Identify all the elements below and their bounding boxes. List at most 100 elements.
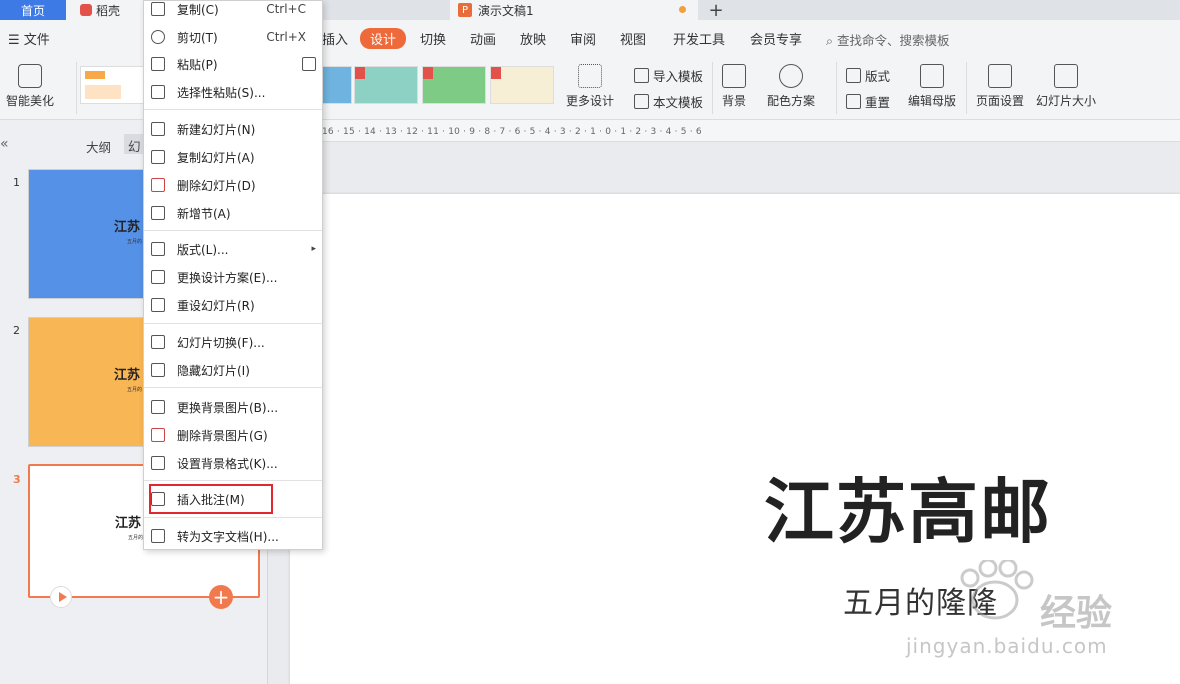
menu-item-new-slide[interactable]: 新建幻灯片(N) (144, 118, 322, 140)
menu-separator (144, 323, 322, 324)
play-slide-icon[interactable] (50, 586, 72, 608)
tab-slides[interactable]: 幻 (124, 134, 144, 154)
menu-view[interactable]: 视图 (620, 29, 646, 48)
menu-item-cut[interactable]: 剪切(T) Ctrl+X (144, 26, 322, 48)
page-setup-button[interactable]: 页面设置 (976, 56, 1024, 109)
text-template-button[interactable]: 本文模板 (634, 92, 703, 111)
menu-transition[interactable]: 切换 (420, 29, 446, 48)
background-icon (722, 64, 746, 88)
search-command[interactable]: ⌕ 查找命令、搜索模板 (826, 30, 950, 49)
presentation-logo-icon: P (458, 3, 472, 17)
import-template-button[interactable]: 导入模板 (634, 66, 703, 85)
menu-file-label: 文件 (23, 33, 50, 48)
slide-title[interactable]: 江苏高邮 (764, 456, 1052, 557)
layout-icon (846, 68, 861, 83)
smart-beautify-button[interactable]: 智能美化 (6, 56, 54, 109)
menu-item-paste-special[interactable]: 选择性粘贴(S)... (144, 81, 322, 103)
hide-slide-icon (151, 363, 165, 377)
menu-developer[interactable]: 开发工具 (673, 29, 725, 48)
menu-separator (144, 517, 322, 518)
menu-item-copy[interactable]: 复制(C) Ctrl+C (144, 0, 322, 20)
reset-button[interactable]: 重置 (846, 92, 890, 111)
slide-number: 3 (13, 473, 21, 486)
paste-special-icon (151, 85, 165, 99)
menu-member[interactable]: 会员专享 (750, 29, 802, 48)
template-thumb-2[interactable] (322, 66, 352, 104)
search-command-label: 查找命令、搜索模板 (836, 33, 950, 48)
menu-item-change-bg[interactable]: 更换背景图片(B)... (144, 396, 322, 418)
menu-item-bg-format[interactable]: 设置背景格式(K)... (144, 452, 322, 474)
reset-slide-icon (151, 298, 165, 312)
menu-item-delete-bg[interactable]: 删除背景图片(G) (144, 424, 322, 446)
menu-separator (144, 480, 322, 481)
menu-item-paste[interactable]: 粘贴(P) (144, 53, 322, 75)
menu-item-convert-doc[interactable]: 转为文字文档(H)... (144, 525, 322, 547)
text-template-icon (634, 94, 649, 109)
watermark-text: 经验 (1040, 593, 1113, 634)
new-tab-button[interactable]: + (706, 0, 726, 21)
menu-review[interactable]: 审阅 (570, 29, 596, 48)
master-icon (920, 64, 944, 88)
menu-item-label: 删除背景图片(G) (177, 428, 268, 443)
menu-item-label: 删除幻灯片(D) (177, 178, 256, 193)
menu-item-shortcut: Ctrl+X (266, 30, 306, 44)
background-button[interactable]: 背景 (722, 56, 746, 109)
menu-animation[interactable]: 动画 (470, 29, 496, 48)
menu-separator (144, 230, 322, 231)
ribbon-divider (836, 62, 837, 114)
menu-item-label: 重设幻灯片(R) (177, 298, 255, 313)
menu-item-label: 新建幻灯片(N) (177, 122, 256, 137)
import-template-icon (634, 68, 649, 83)
menu-item-label: 新增节(A) (177, 206, 231, 221)
menu-file[interactable]: ☰ 文件 (8, 29, 50, 48)
watermark-url: jingyan.baidu.com (906, 634, 1108, 658)
tab-outline[interactable]: 大纲 (86, 137, 111, 156)
menu-item-label: 选择性粘贴(S)... (177, 85, 266, 100)
reset-label: 重置 (865, 95, 891, 110)
menu-item-label: 剪切(T) (177, 30, 218, 45)
paste-options-icon[interactable] (302, 57, 316, 71)
menu-slideshow[interactable]: 放映 (520, 29, 546, 48)
palette-icon (779, 64, 803, 88)
menu-item-duplicate-slide[interactable]: 复制幻灯片(A) (144, 146, 322, 168)
tab-daoke[interactable]: 稻壳 (66, 0, 144, 20)
menu-item-hide-slide[interactable]: 隐藏幻灯片(I) (144, 359, 322, 381)
transition-icon (151, 335, 165, 349)
tab-document[interactable]: P 演示文稿1 (450, 0, 698, 20)
layout-label: 版式 (865, 69, 891, 84)
paste-icon (151, 57, 165, 71)
tab-document-label: 演示文稿1 (478, 3, 534, 18)
vip-badge-icon (355, 67, 365, 79)
menu-item-delete-slide[interactable]: 删除幻灯片(D) (144, 174, 322, 196)
text-template-label: 本文模板 (653, 95, 704, 110)
ribbon-divider (966, 62, 967, 114)
add-slide-icon[interactable]: + (209, 585, 233, 609)
menu-item-transition[interactable]: 幻灯片切换(F)... (144, 331, 322, 353)
template-thumb-3[interactable] (354, 66, 418, 104)
menu-item-shortcut: Ctrl+C (266, 2, 306, 16)
template-thumb-1[interactable] (80, 66, 144, 104)
template-thumb-5[interactable] (490, 66, 554, 104)
menu-design[interactable]: 设计 (360, 28, 407, 49)
menu-item-label: 版式(L)... (177, 242, 229, 257)
tab-blank[interactable] (322, 0, 450, 20)
slide-number: 2 (13, 324, 20, 337)
menu-item-change-design[interactable]: 更换设计方案(E)... (144, 266, 322, 288)
menu-separator (144, 109, 322, 110)
edit-master-button[interactable]: 编辑母版 (908, 56, 956, 109)
hamburger-icon: ☰ (8, 33, 24, 48)
add-section-icon (151, 206, 165, 220)
change-bg-icon (151, 400, 165, 414)
tab-home[interactable]: 首页 (0, 0, 66, 20)
collapse-panel-icon[interactable]: « (0, 136, 9, 152)
menu-item-reset-slide[interactable]: 重设幻灯片(R) (144, 294, 322, 316)
template-thumb-4[interactable] (422, 66, 486, 104)
menu-item-add-section[interactable]: 新增节(A) (144, 202, 322, 224)
layout-button[interactable]: 版式 (846, 66, 890, 85)
slide-size-button[interactable]: 幻灯片大小 (1036, 56, 1096, 109)
more-design-button[interactable]: 更多设计 (566, 56, 614, 109)
menu-insert[interactable]: 插入 (322, 29, 348, 48)
ribbon-divider (712, 62, 713, 114)
color-scheme-button[interactable]: 配色方案 (767, 56, 815, 109)
menu-item-layout[interactable]: 版式(L)... ▸ (144, 238, 322, 260)
